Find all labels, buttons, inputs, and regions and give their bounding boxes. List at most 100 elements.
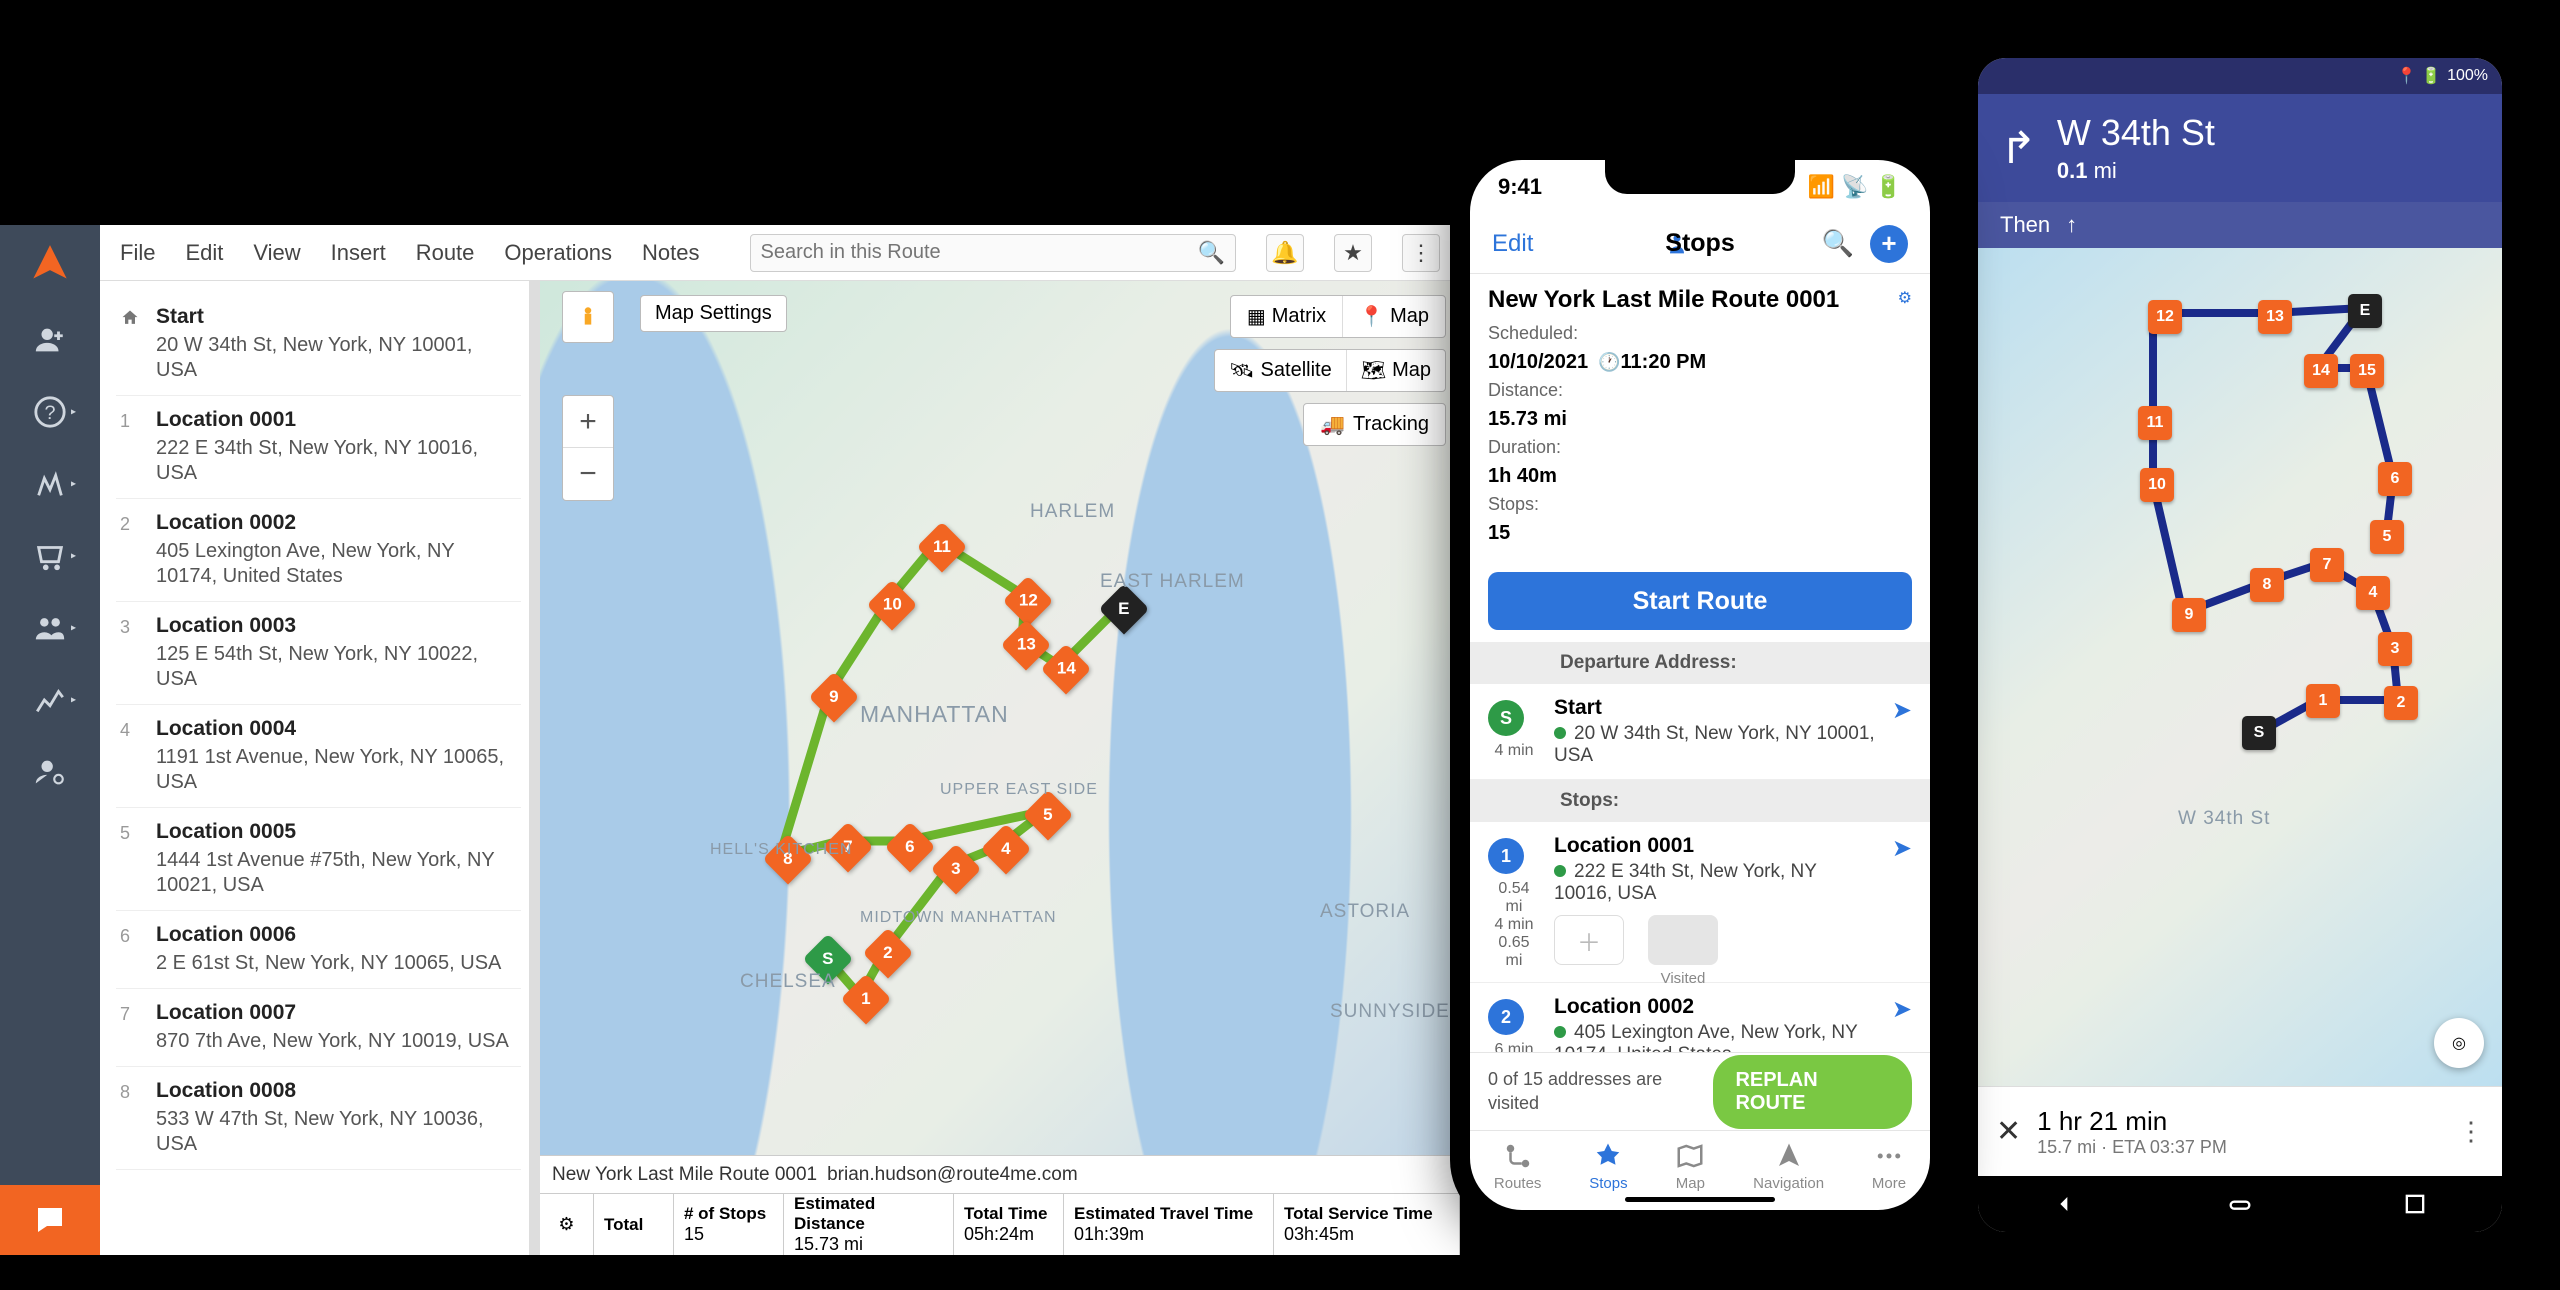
navigate-arrow-icon[interactable]: ➤ bbox=[1892, 995, 1912, 1024]
stop-row[interactable]: 4Location 00041191 1st Avenue, New York,… bbox=[116, 705, 521, 808]
notifications-icon[interactable]: 🔔 bbox=[1266, 234, 1304, 272]
android-map-pin[interactable]: 12 bbox=[2148, 300, 2182, 334]
search-input[interactable] bbox=[761, 241, 1198, 264]
stop-row[interactable]: 3Location 0003125 E 54th St, New York, N… bbox=[116, 602, 521, 705]
nav-chat-icon[interactable] bbox=[0, 1185, 100, 1255]
recenter-button[interactable]: ◎ bbox=[2434, 1018, 2484, 1068]
android-map-pin[interactable]: 15 bbox=[2350, 354, 2384, 388]
nav-more-icon[interactable]: ⋮ bbox=[2458, 1116, 2484, 1147]
add-photo-button[interactable]: ＋ bbox=[1554, 915, 1624, 965]
navigate-arrow-icon[interactable]: ➤ bbox=[1892, 834, 1912, 863]
menu-file[interactable]: File bbox=[120, 240, 155, 266]
android-map-pin[interactable]: 11 bbox=[2138, 406, 2172, 440]
tab-map[interactable]: Map bbox=[1675, 1141, 1705, 1192]
resize-handle[interactable] bbox=[530, 281, 540, 1255]
android-map-pin[interactable]: 10 bbox=[2140, 468, 2174, 502]
android-map-pin[interactable]: 2 bbox=[2384, 686, 2418, 720]
android-screen: 📍 🔋 100% ↱ W 34th St 0.1 mi Then ↑ 1213E… bbox=[1978, 58, 2502, 1232]
stop-row[interactable]: 7Location 0007870 7th Ave, New York, NY … bbox=[116, 989, 521, 1067]
search-box[interactable]: 🔍 bbox=[750, 234, 1236, 272]
nav-team-icon[interactable]: ▸ bbox=[22, 605, 78, 651]
android-map-pin[interactable]: 14 bbox=[2304, 354, 2338, 388]
ios-stop-row[interactable]: 26 minLocation 0002405 Lexington Ave, Ne… bbox=[1470, 983, 1930, 1052]
stop-address: 1444 1st Avenue #75th, New York, NY 1002… bbox=[156, 848, 517, 898]
stop-row[interactable]: 2Location 0002405 Lexington Ave, New Yor… bbox=[116, 499, 521, 602]
android-map-pin[interactable]: 6 bbox=[2378, 462, 2412, 496]
map-canvas[interactable]: Map Settings + − ▦ Matrix 📍 Map 🛰 Satell… bbox=[540, 281, 1460, 1255]
eta-details: 15.7 mi · ETA 03:37 PM bbox=[2037, 1137, 2227, 1158]
search-icon[interactable]: 🔍 bbox=[1822, 228, 1854, 259]
nav-analytics-icon[interactable]: ▸ bbox=[22, 677, 78, 723]
android-map-pin[interactable]: E bbox=[2348, 294, 2382, 328]
favorite-icon[interactable]: ★ bbox=[1334, 234, 1372, 272]
stop-row[interactable]: Start20 W 34th St, New York, NY 10001, U… bbox=[116, 293, 521, 396]
nav-user-settings-icon[interactable] bbox=[22, 749, 78, 795]
stats-gear-icon[interactable]: ⚙ bbox=[540, 1194, 594, 1255]
stop-title: Start bbox=[156, 305, 517, 329]
stop-address: 533 W 47th St, New York, NY 10036, USA bbox=[156, 1107, 517, 1157]
ios-stop-address: 222 E 34th St, New York, NY 10016, USA bbox=[1554, 861, 1878, 905]
scheduled-time: 11:20 PM bbox=[1621, 351, 1707, 373]
stops-sidebar[interactable]: Start20 W 34th St, New York, NY 10001, U… bbox=[100, 281, 530, 1255]
android-map-pin[interactable]: 9 bbox=[2172, 598, 2206, 632]
android-map-pin[interactable]: 3 bbox=[2378, 632, 2412, 666]
android-map-pin[interactable]: 1 bbox=[2306, 684, 2340, 718]
ios-stop-address: 20 W 34th St, New York, NY 10001, USA bbox=[1554, 723, 1878, 767]
menu-edit[interactable]: Edit bbox=[185, 240, 223, 266]
android-map-pin[interactable]: 13 bbox=[2258, 300, 2292, 334]
start-route-button[interactable]: Start Route bbox=[1488, 572, 1912, 630]
duration-value: 1h 40m bbox=[1488, 465, 1557, 487]
stop-row[interactable]: 5Location 00051444 1st Avenue #75th, New… bbox=[116, 808, 521, 911]
android-map-pin[interactable]: 7 bbox=[2310, 548, 2344, 582]
tab-more[interactable]: More bbox=[1872, 1141, 1906, 1192]
menu-route[interactable]: Route bbox=[416, 240, 475, 266]
route-summary: New York Last Mile Route 0001 ⚙ Schedule… bbox=[1470, 274, 1930, 560]
ios-stop-row[interactable]: 10.54 mi4 min0.65 miLocation 0001222 E 3… bbox=[1470, 822, 1930, 983]
eta-duration: 1 hr 21 min bbox=[2037, 1106, 2227, 1137]
android-map-pin[interactable]: 4 bbox=[2356, 576, 2390, 610]
duration-label: Duration: bbox=[1488, 437, 1561, 457]
val-stops: 15 bbox=[684, 1224, 773, 1245]
tab-stops[interactable]: Stops bbox=[1589, 1141, 1627, 1192]
android-map-pin[interactable]: 5 bbox=[2370, 520, 2404, 554]
nav-orders-icon[interactable]: ▸ bbox=[22, 533, 78, 579]
android-back-button[interactable] bbox=[2051, 1190, 2079, 1218]
stops-section-header: Stops: bbox=[1470, 780, 1930, 822]
menu-notes[interactable]: Notes bbox=[642, 240, 699, 266]
stop-row[interactable]: 6Location 00062 E 61st St, New York, NY … bbox=[116, 911, 521, 989]
home-indicator[interactable] bbox=[1625, 1197, 1775, 1202]
menu-operations[interactable]: Operations bbox=[504, 240, 612, 266]
stop-row[interactable]: 1Location 0001222 E 34th St, New York, N… bbox=[116, 396, 521, 499]
ios-stop-name: Start bbox=[1554, 696, 1878, 720]
brand-logo[interactable] bbox=[25, 241, 75, 291]
android-home-button[interactable] bbox=[2226, 1190, 2254, 1218]
menu-view[interactable]: View bbox=[253, 240, 300, 266]
menu-insert[interactable]: Insert bbox=[331, 240, 386, 266]
edit-button[interactable]: Edit bbox=[1492, 230, 1533, 258]
tab-navigation[interactable]: Navigation bbox=[1753, 1141, 1824, 1192]
screen-title: Stops bbox=[1665, 229, 1734, 258]
route-settings-icon[interactable]: ⚙ bbox=[1898, 288, 1912, 308]
tab-routes[interactable]: Routes bbox=[1494, 1141, 1542, 1192]
svg-text:?: ? bbox=[44, 402, 55, 424]
stop-title: Location 0008 bbox=[156, 1079, 517, 1103]
nav-add-user-icon[interactable] bbox=[22, 317, 78, 363]
replan-route-button[interactable]: REPLAN ROUTE bbox=[1713, 1055, 1912, 1129]
more-icon[interactable]: ⋮ bbox=[1402, 234, 1440, 272]
navigate-arrow-icon[interactable]: ➤ bbox=[1892, 696, 1912, 725]
visited-thumbnail[interactable]: Visited bbox=[1648, 915, 1718, 965]
val-dist: 15.73 mi bbox=[794, 1234, 943, 1255]
android-map-pin[interactable]: S bbox=[2242, 716, 2276, 750]
nav-routes-icon[interactable]: ▸ bbox=[22, 461, 78, 507]
stop-row[interactable]: 8Location 0008533 W 47th St, New York, N… bbox=[116, 1067, 521, 1170]
android-map[interactable]: 1213E14151110657498312S ◎ W 34th St bbox=[1978, 248, 2502, 1086]
ios-stop-row[interactable]: S4 minStart20 W 34th St, New York, NY 10… bbox=[1470, 684, 1930, 780]
stops-scroll[interactable]: Departure Address: S4 minStart20 W 34th … bbox=[1470, 642, 1930, 1052]
search-icon[interactable]: 🔍 bbox=[1198, 240, 1225, 266]
nav-help-icon[interactable]: ?▸ bbox=[22, 389, 78, 435]
stop-title: Location 0002 bbox=[156, 511, 517, 535]
android-map-pin[interactable]: 8 bbox=[2250, 568, 2284, 602]
add-stop-button[interactable]: + bbox=[1870, 225, 1908, 263]
close-nav-button[interactable]: ✕ bbox=[1996, 1114, 2021, 1149]
android-recents-button[interactable] bbox=[2401, 1190, 2429, 1218]
